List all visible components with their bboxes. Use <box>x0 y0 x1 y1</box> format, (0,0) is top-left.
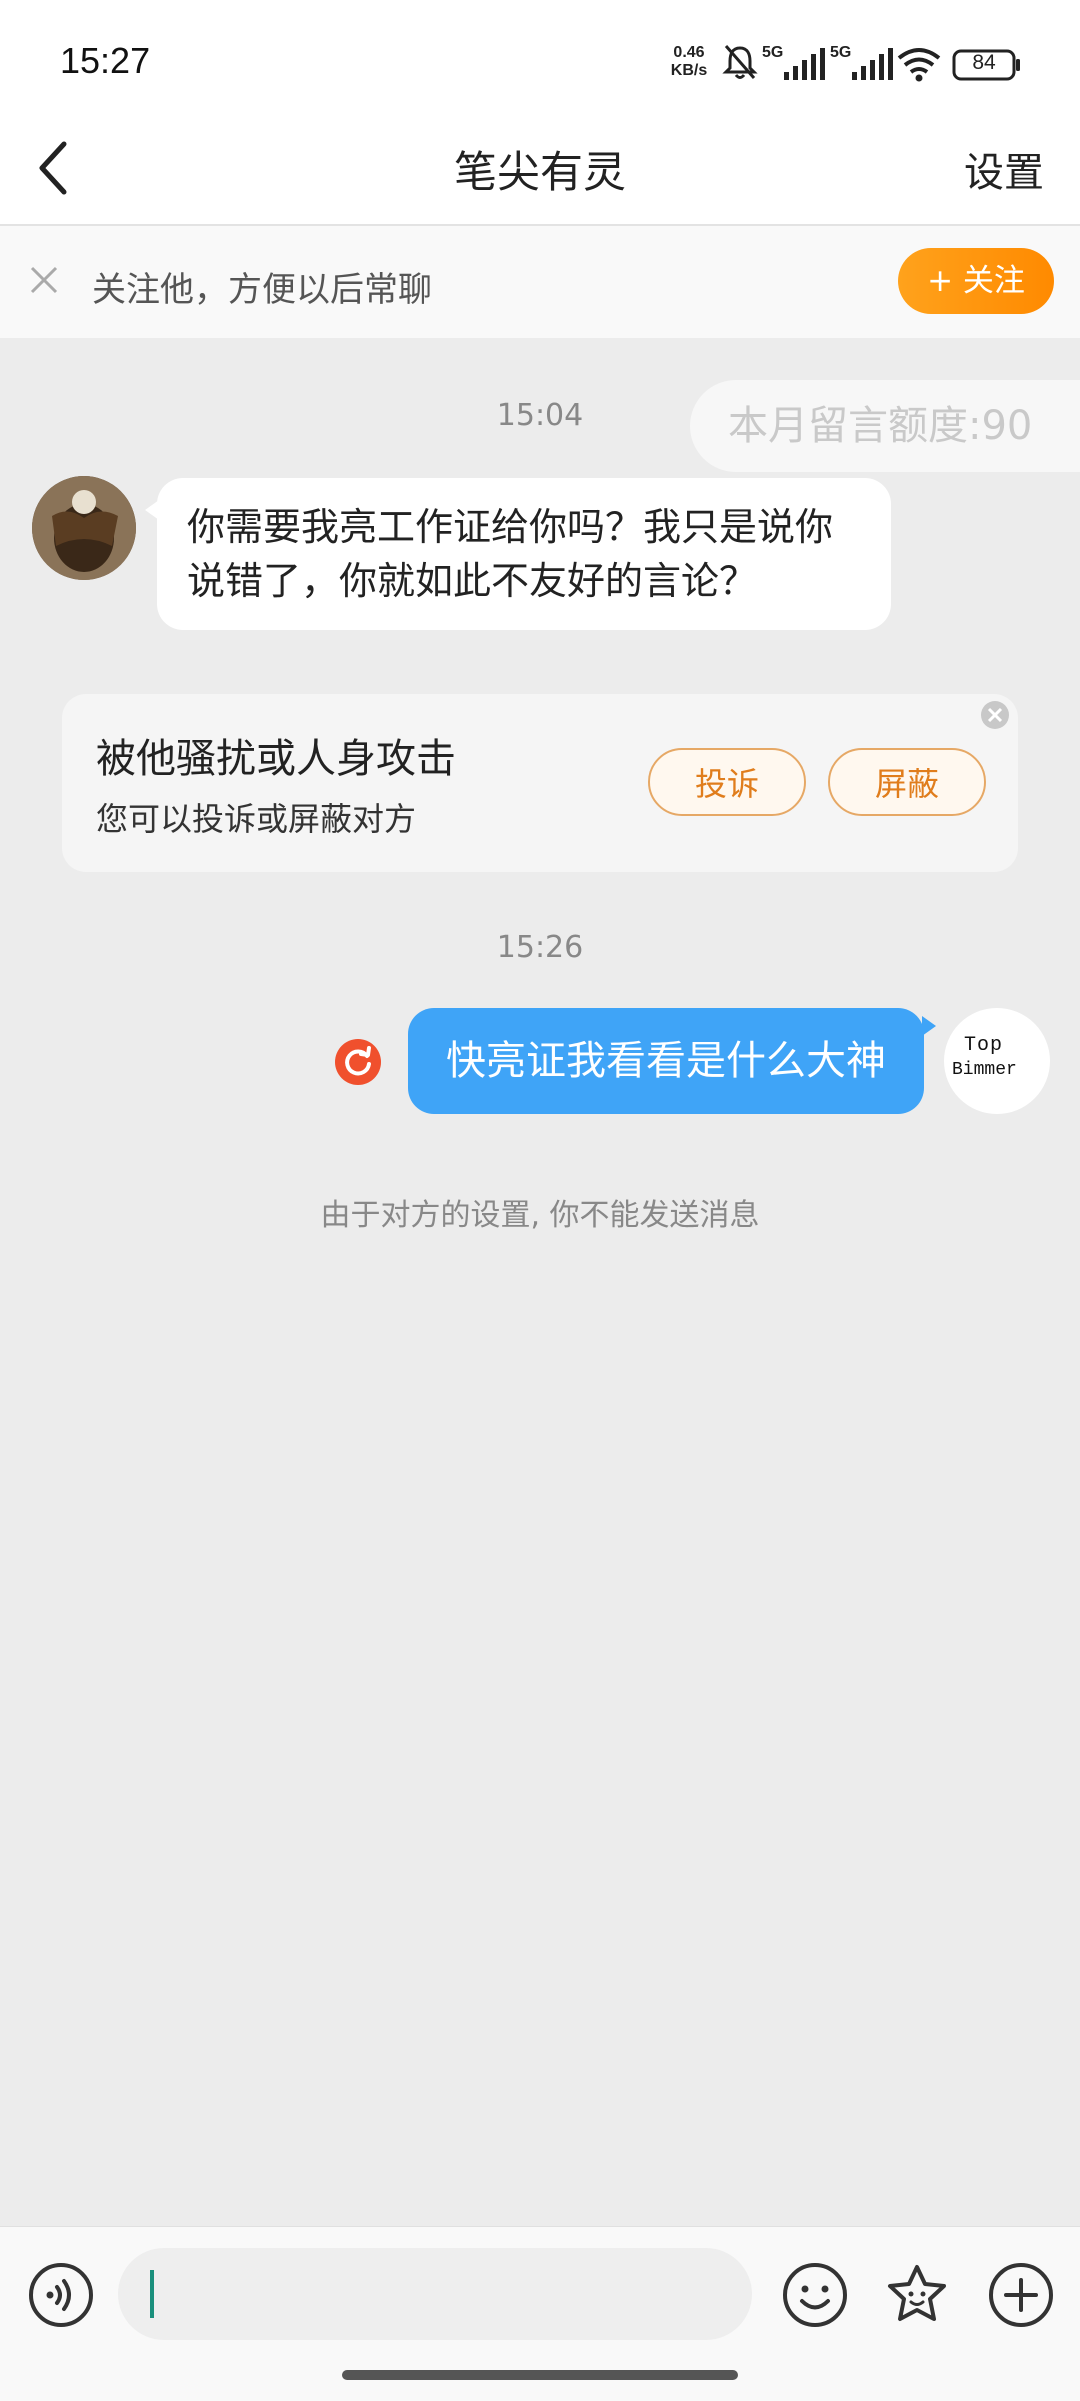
wifi-icon <box>897 48 941 82</box>
complain-button[interactable]: 投诉 <box>648 748 806 816</box>
message-input[interactable] <box>118 2248 752 2340</box>
eagle-avatar-image <box>32 476 136 580</box>
chat-title: 笔尖有灵 <box>454 148 626 198</box>
my-avatar[interactable]: Top Bimmer <box>944 1008 1050 1114</box>
add-icon[interactable] <box>988 2262 1054 2328</box>
message-timestamp: 15:04 <box>496 398 584 433</box>
net-speed-unit: KB/s <box>670 62 708 79</box>
block-button[interactable]: 屏蔽 <box>828 748 986 816</box>
signal-1-label: 5G <box>762 44 784 61</box>
home-indicator[interactable] <box>342 2370 738 2380</box>
harassment-subtitle: 您可以投诉或屏蔽对方 <box>96 800 417 838</box>
follow-prompt: 关注他，方便以后常聊 <box>92 270 432 310</box>
message-timestamp: 15:26 <box>496 930 584 965</box>
battery-level: 84 <box>972 51 996 74</box>
text-cursor <box>150 2270 154 2318</box>
dismiss-card-icon[interactable] <box>980 700 1010 730</box>
emoji-icon[interactable] <box>782 2262 848 2328</box>
received-message-bubble[interactable]: 你需要我亮工作证给你吗？我只是说你说错了，你就如此不友好的言论？ <box>145 478 891 630</box>
mute-bell-icon <box>722 45 758 79</box>
signal-2-label: 5G <box>830 44 852 61</box>
cannot-send-notice: 由于对方的设置, 你不能发送消息 <box>320 1198 760 1233</box>
net-speed: 0.46 KB/s <box>664 44 714 80</box>
voice-icon[interactable] <box>28 2262 94 2328</box>
settings-button[interactable]: 设置 <box>964 140 1044 198</box>
contact-avatar[interactable] <box>32 476 136 580</box>
status-time: 15:27 <box>60 40 151 81</box>
sent-message-bubble[interactable]: 快亮证我看看是什么大神 <box>408 1008 936 1114</box>
signal-1-icon <box>784 48 825 80</box>
sticker-icon[interactable] <box>884 2262 950 2328</box>
net-speed-value: 0.46 <box>673 44 705 61</box>
avatar-logo-line1: Top <box>964 1034 1004 1057</box>
retry-icon[interactable] <box>334 1038 382 1086</box>
signal-2-icon <box>852 48 893 80</box>
close-icon[interactable] <box>28 264 60 296</box>
avatar-logo-line2: Bimmer <box>952 1060 1017 1080</box>
harassment-title: 被他骚扰或人身攻击 <box>96 736 456 782</box>
follow-button[interactable]: + 关注 <box>898 248 1054 314</box>
